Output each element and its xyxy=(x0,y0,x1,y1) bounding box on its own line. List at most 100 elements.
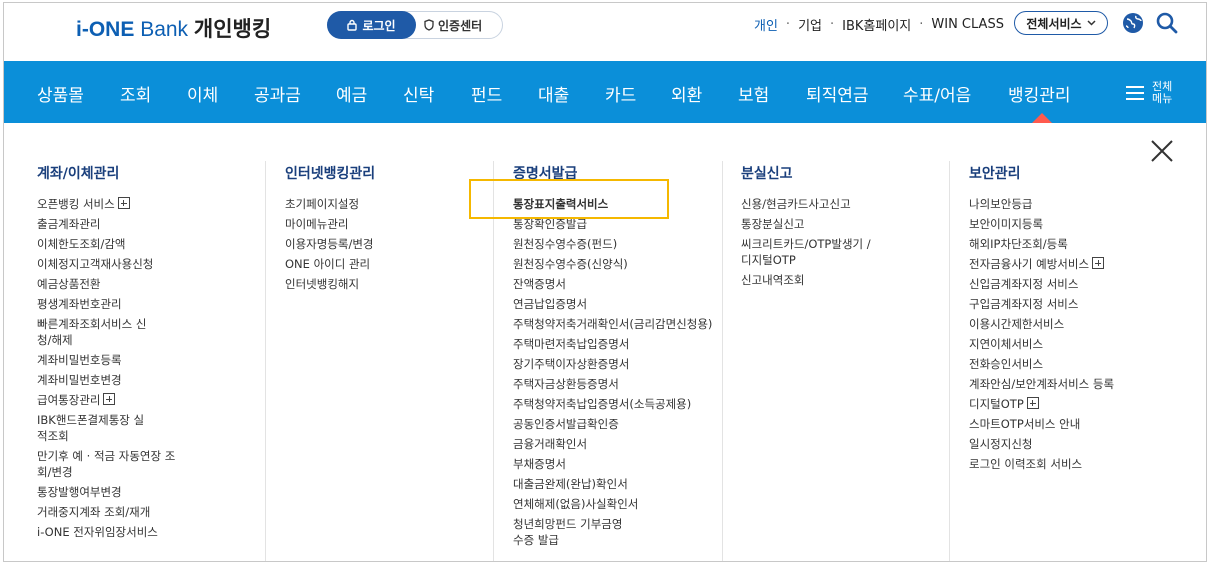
menu-item[interactable]: 지연이체서비스 xyxy=(969,336,1194,352)
nav-item-inquiry[interactable]: 조회 xyxy=(120,81,151,106)
search-icon[interactable] xyxy=(1156,12,1178,34)
menu-column-certificates: 증명서발급 통장표지출력서비스 통장확인증발급 원천징수영수증(펀드) 원천징수… xyxy=(513,163,718,552)
expand-plus-icon[interactable] xyxy=(1092,257,1105,269)
menu-item[interactable]: 해외IP차단조회/등록 xyxy=(969,236,1194,252)
main-nav: 상품몰 조회 이체 공과금 예금 신탁 펀드 대출 카드 외환 보험 퇴직연금 … xyxy=(4,61,1206,123)
column-divider xyxy=(493,161,494,561)
menu-item[interactable]: 부채증명서 xyxy=(513,456,718,472)
menu-item[interactable]: IBK핸드폰결제통장 실적조회 xyxy=(37,412,147,444)
utility-links: 개인 · 기업 · IBK홈페이지 · WIN CLASS xyxy=(754,15,1004,34)
menu-item[interactable]: 신고내역조회 xyxy=(741,272,941,288)
nav-item-trust[interactable]: 신탁 xyxy=(403,81,434,106)
menu-item[interactable]: 마이메뉴관리 xyxy=(285,216,485,232)
nav-item-check-bill[interactable]: 수표/어음 xyxy=(903,81,971,106)
menu-item[interactable]: 주택마련저축납입증명서 xyxy=(513,336,718,352)
top-bar: i-ONE Bank 개인뱅킹 로그인 인증센터 개인 · 기업 · IBK홈페… xyxy=(4,3,1206,63)
nav-item-shop[interactable]: 상품몰 xyxy=(37,81,84,106)
link-win-class[interactable]: WIN CLASS xyxy=(931,17,1004,32)
expand-plus-icon[interactable] xyxy=(103,393,116,405)
menu-item[interactable]: 신용/현금카드사고신고 xyxy=(741,196,941,212)
menu-column-loss-report: 분실신고 신용/현금카드사고신고 통장분실신고 씨크리트카드/OTP발생기 /디… xyxy=(741,163,941,292)
menu-item[interactable]: 로그인 이력조회 서비스 xyxy=(969,456,1194,472)
login-label: 로그인 xyxy=(362,18,396,33)
menu-item[interactable]: 이체한도조회/감액 xyxy=(37,236,252,252)
nav-item-pension[interactable]: 퇴직연금 xyxy=(806,81,869,106)
menu-item[interactable]: 구입금계좌지정 서비스 xyxy=(969,296,1194,312)
menu-item[interactable]: 공동인증서발급확인증 xyxy=(513,416,718,432)
menu-item[interactable]: 초기페이지설정 xyxy=(285,196,485,212)
column-divider xyxy=(949,161,950,561)
logo-korean: 개인뱅킹 xyxy=(193,18,272,41)
menu-item[interactable]: 원천징수영수증(펀드) xyxy=(513,236,718,252)
cert-center-button[interactable]: 인증센터 xyxy=(424,12,482,38)
nav-item-banking-management[interactable]: 뱅킹관리 xyxy=(1008,81,1071,106)
menu-item[interactable]: 출금계좌관리 xyxy=(37,216,252,232)
logo-bank: Bank xyxy=(140,18,189,41)
menu-item[interactable]: 전화승인서비스 xyxy=(969,356,1194,372)
menu-item[interactable]: 청년희망펀드 기부금영수증 발급 xyxy=(513,516,623,548)
menu-item[interactable]: 인터넷뱅킹해지 xyxy=(285,276,485,292)
menu-item[interactable]: 계좌비밀번호변경 xyxy=(37,372,252,388)
menu-item[interactable]: 예금상품전환 xyxy=(37,276,252,292)
menu-item[interactable]: 주택청약저축납입증명서(소득공제용) xyxy=(513,396,718,412)
menu-item[interactable]: 통장분실신고 xyxy=(741,216,941,232)
hamburger-icon xyxy=(1126,86,1144,100)
nav-item-transfer[interactable]: 이체 xyxy=(187,81,218,106)
nav-item-deposit[interactable]: 예금 xyxy=(336,81,367,106)
menu-item[interactable]: 오픈뱅킹 서비스 xyxy=(37,196,252,212)
menu-item[interactable]: 평생계좌번호관리 xyxy=(37,296,252,312)
menu-item[interactable]: 이체정지고객재사용신청 xyxy=(37,256,252,272)
separator-dot: · xyxy=(829,17,835,32)
nav-item-card[interactable]: 카드 xyxy=(605,81,636,106)
menu-item[interactable]: 금융거래확인서 xyxy=(513,436,718,452)
expand-plus-icon[interactable] xyxy=(1026,397,1039,409)
menu-item[interactable]: 원천징수영수증(신양식) xyxy=(513,256,718,272)
nav-item-fund[interactable]: 펀드 xyxy=(471,81,502,106)
menu-item[interactable]: 보안이미지등록 xyxy=(969,216,1194,232)
menu-column-internet-banking: 인터넷뱅킹관리 초기페이지설정 마이메뉴관리 이용자명등록/변경 ONE 아이디… xyxy=(285,163,485,296)
link-ibk-homepage[interactable]: IBK홈페이지 xyxy=(842,15,911,34)
globe-icon[interactable] xyxy=(1122,12,1144,34)
menu-item[interactable]: ONE 아이디 관리 xyxy=(285,256,485,272)
menu-item[interactable]: 이용자명등록/변경 xyxy=(285,236,485,252)
menu-item[interactable]: 연금납입증명서 xyxy=(513,296,718,312)
menu-item[interactable]: 주택청약저축거래확인서(금리감면신청용) xyxy=(513,316,713,332)
expand-plus-icon[interactable] xyxy=(117,197,130,209)
shield-icon xyxy=(424,19,434,31)
menu-item[interactable]: 전자금융사기 예방서비스 xyxy=(969,256,1194,272)
logo[interactable]: i-ONE Bank 개인뱅킹 xyxy=(76,13,271,43)
menu-item[interactable]: 잔액증명서 xyxy=(513,276,718,292)
menu-item[interactable]: 거래중지계좌 조회/재개 xyxy=(37,504,252,520)
menu-item[interactable]: 주택자금상환등증명서 xyxy=(513,376,718,392)
nav-item-loan[interactable]: 대출 xyxy=(538,81,569,106)
menu-item[interactable]: 빠른계좌조회서비스 신청/해제 xyxy=(37,316,152,348)
menu-item[interactable]: 급여통장관리 xyxy=(37,392,252,408)
nav-item-forex[interactable]: 외환 xyxy=(671,81,702,106)
nav-item-utility-bill[interactable]: 공과금 xyxy=(254,81,301,106)
link-business[interactable]: 기업 xyxy=(798,15,822,34)
menu-item[interactable]: 디지털OTP xyxy=(969,396,1194,412)
menu-item[interactable]: 씨크리트카드/OTP발생기 /디지털OTP xyxy=(741,236,881,268)
link-personal[interactable]: 개인 xyxy=(754,15,778,34)
menu-item[interactable]: 이용시간제한서비스 xyxy=(969,316,1194,332)
close-icon[interactable] xyxy=(1150,139,1174,163)
menu-item[interactable]: 나의보안등급 xyxy=(969,196,1194,212)
login-button[interactable]: 로그인 xyxy=(327,11,416,39)
all-menu-button[interactable]: 전체 메뉴 xyxy=(1126,81,1172,105)
menu-item[interactable]: 스마트OTP서비스 안내 xyxy=(969,416,1194,432)
menu-item[interactable]: i-ONE 전자위임장서비스 xyxy=(37,524,252,540)
menu-item[interactable]: 계좌비밀번호등록 xyxy=(37,352,252,368)
menu-item[interactable]: 통장발행여부변경 xyxy=(37,484,252,500)
lock-icon xyxy=(347,19,358,31)
menu-item[interactable]: 대출금완제(완납)확인서 xyxy=(513,476,718,492)
menu-item[interactable]: 만기후 예 · 적금 자동연장 조회/변경 xyxy=(37,448,182,480)
menu-item[interactable]: 신입금계좌지정 서비스 xyxy=(969,276,1194,292)
menu-item[interactable]: 연체해제(없음)사실확인서 xyxy=(513,496,718,512)
nav-item-insurance[interactable]: 보험 xyxy=(738,81,769,106)
menu-item[interactable]: 계좌안심/보안계좌서비스 등록 xyxy=(969,376,1194,392)
all-services-dropdown[interactable]: 전체서비스 xyxy=(1014,11,1108,35)
menu-item[interactable]: 장기주택이자상환증명서 xyxy=(513,356,718,372)
highlight-box xyxy=(469,179,669,219)
menu-item[interactable]: 일시정지신청 xyxy=(969,436,1194,452)
all-menu-label: 전체 메뉴 xyxy=(1152,81,1172,105)
